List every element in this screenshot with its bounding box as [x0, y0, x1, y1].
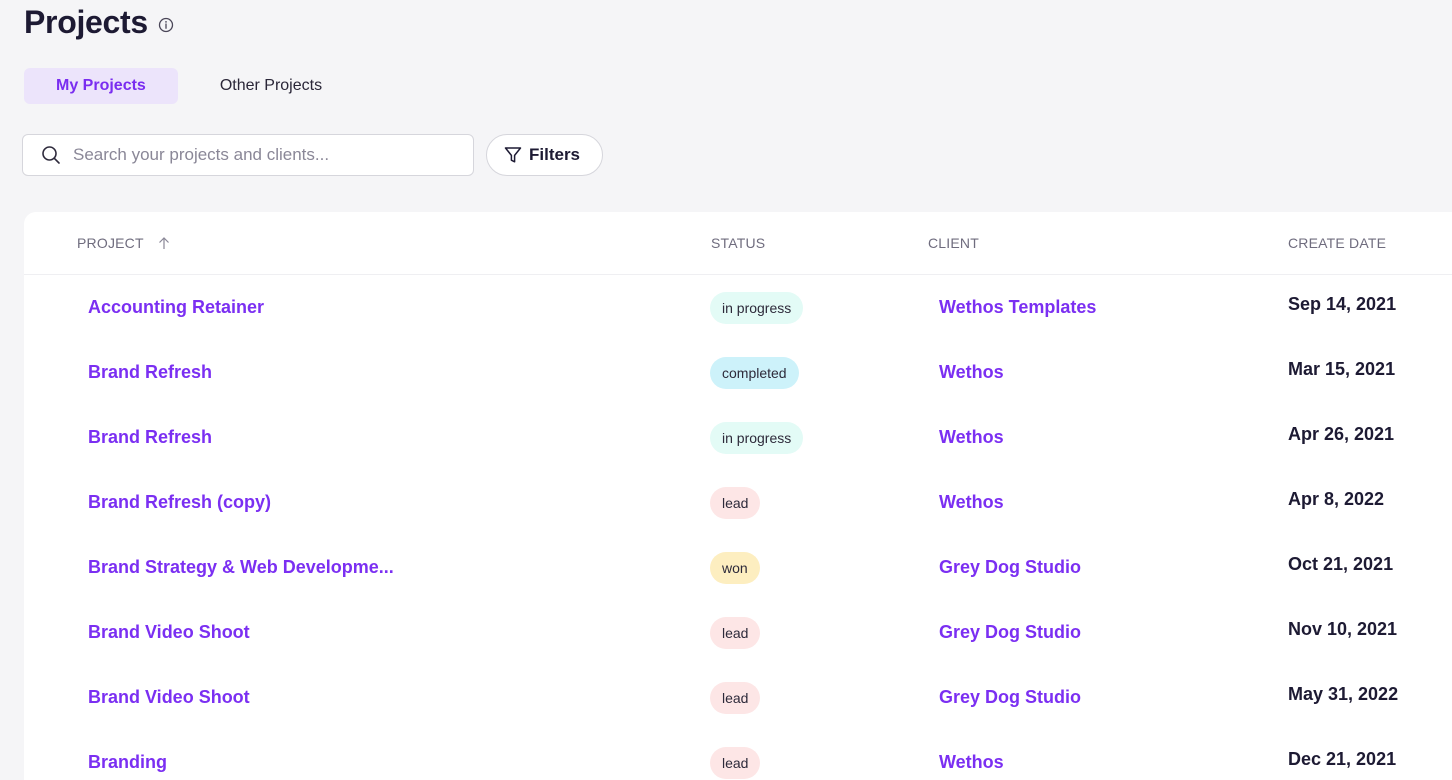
column-header-client[interactable]: CLIENT — [928, 212, 979, 274]
arrow-up-icon[interactable] — [158, 236, 170, 250]
create-date: May 31, 2022 — [1288, 684, 1399, 704]
status-badge: lead — [710, 486, 761, 519]
project-link[interactable]: Brand Refresh (copy) — [88, 492, 271, 513]
project-link[interactable]: Accounting Retainer — [88, 297, 264, 318]
client-link[interactable]: Wethos — [939, 752, 1004, 773]
search-icon — [41, 145, 61, 165]
client-link[interactable]: Wethos Templates — [939, 297, 1096, 318]
project-link[interactable]: Brand Video Shoot — [88, 687, 250, 708]
create-date: Apr 26, 2021 — [1288, 424, 1395, 444]
client-link[interactable]: Grey Dog Studio — [939, 557, 1081, 578]
page-title: Projects — [24, 3, 148, 40]
table-row[interactable]: Brand Video Shoot lead Grey Dog Studio N… — [24, 600, 1452, 665]
table-row[interactable]: Brand Video Shoot lead Grey Dog Studio M… — [24, 665, 1452, 730]
client-link[interactable]: Wethos — [939, 492, 1004, 513]
project-link[interactable]: Brand Strategy & Web Developme... — [88, 557, 394, 578]
create-date: Sep 14, 2021 — [1288, 294, 1397, 314]
table-row[interactable]: Brand Refresh in progress Wethos Apr 26,… — [24, 405, 1452, 470]
client-link[interactable]: Grey Dog Studio — [939, 622, 1081, 643]
project-link[interactable]: Branding — [88, 752, 167, 773]
create-date: Nov 10, 2021 — [1288, 619, 1398, 639]
project-link[interactable]: Brand Refresh — [88, 362, 212, 383]
column-header-status[interactable]: STATUS — [711, 212, 765, 274]
search-input[interactable] — [71, 144, 461, 166]
table-body: Accounting Retainer in progress Wethos T… — [24, 275, 1452, 780]
table-row[interactable]: Brand Refresh (copy) lead Wethos Apr 8, … — [24, 470, 1452, 535]
status-badge: won — [710, 551, 760, 584]
page-header: Projects — [24, 2, 174, 42]
tab-other-projects[interactable]: Other Projects — [188, 68, 354, 104]
create-date: Oct 21, 2021 — [1288, 554, 1394, 574]
status-badge: lead — [710, 616, 761, 649]
search-box[interactable] — [22, 134, 474, 176]
status-badge: completed — [710, 356, 799, 389]
create-date: Mar 15, 2021 — [1288, 359, 1396, 379]
client-link[interactable]: Wethos — [939, 427, 1004, 448]
table-row[interactable]: Accounting Retainer in progress Wethos T… — [24, 275, 1452, 340]
column-header-create-date[interactable]: CREATE DATE — [1288, 212, 1386, 274]
table-header: PROJECT STATUS CLIENT CREATE DATE — [24, 212, 1452, 275]
toolbar: Filters — [22, 134, 604, 176]
status-badge: lead — [710, 681, 761, 714]
tab-my-projects[interactable]: My Projects — [24, 68, 178, 104]
table-row[interactable]: Branding lead Wethos Dec 21, 2021 — [24, 730, 1452, 780]
client-link[interactable]: Wethos — [939, 362, 1004, 383]
create-date: Apr 8, 2022 — [1288, 489, 1385, 509]
projects-table: PROJECT STATUS CLIENT CREATE DATE Accoun… — [24, 212, 1452, 780]
column-header-project-label: PROJECT — [77, 235, 144, 251]
project-link[interactable]: Brand Video Shoot — [88, 622, 250, 643]
status-badge: in progress — [710, 421, 804, 454]
filters-label: Filters — [529, 145, 581, 164]
client-link[interactable]: Grey Dog Studio — [939, 687, 1081, 708]
project-link[interactable]: Brand Refresh — [88, 427, 212, 448]
info-icon[interactable] — [158, 17, 174, 33]
status-badge: in progress — [710, 291, 804, 324]
column-header-project[interactable]: PROJECT — [77, 212, 170, 274]
filter-icon — [503, 145, 523, 165]
table-row[interactable]: Brand Strategy & Web Developme... won Gr… — [24, 535, 1452, 600]
status-badge: lead — [710, 746, 761, 779]
table-row[interactable]: Brand Refresh completed Wethos Mar 15, 2… — [24, 340, 1452, 405]
filters-button[interactable]: Filters — [486, 134, 604, 176]
create-date: Dec 21, 2021 — [1288, 749, 1397, 769]
project-tabs: My Projects Other Projects — [24, 68, 354, 104]
